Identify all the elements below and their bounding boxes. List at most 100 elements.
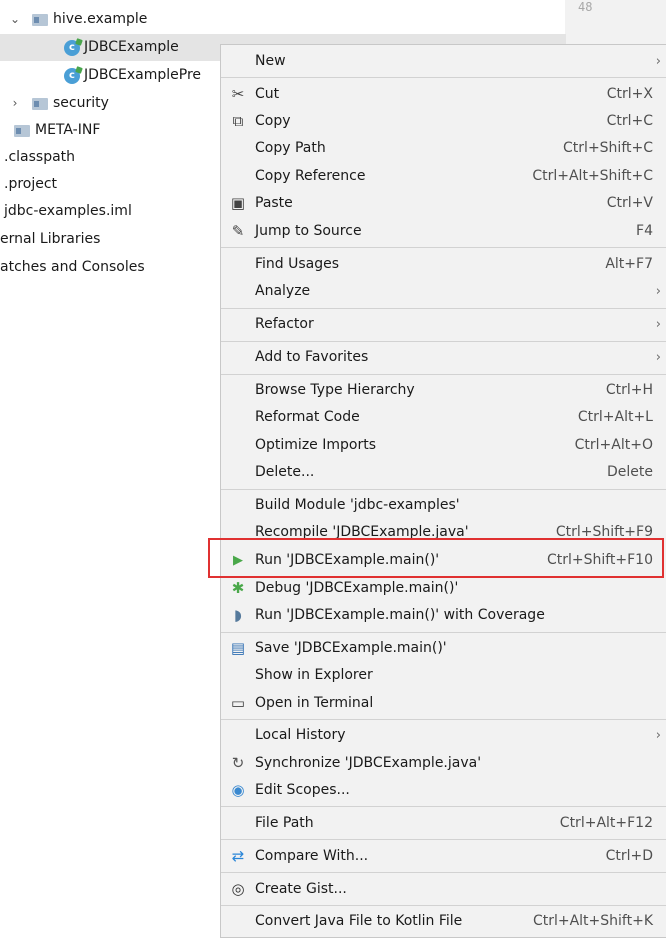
menu-item-shortcut: F4: [636, 223, 653, 239]
menu-item-find-usages[interactable]: Find Usages Alt+F7: [221, 251, 666, 278]
line-number: 48: [578, 0, 593, 14]
menu-item-run-with-coverage[interactable]: ◗ Run 'JDBCExample.main()' with Coverage: [221, 602, 666, 629]
menu-item-label: Analyze: [255, 283, 311, 299]
highlight-annotation-box: [208, 538, 664, 578]
tree-item-meta-inf[interactable]: META-INF: [14, 117, 100, 144]
save-config-icon: ▤: [230, 639, 246, 657]
menu-item-copy[interactable]: ⧉ Copy Ctrl+C: [221, 108, 666, 135]
menu-item-add-to-favorites[interactable]: Add to Favorites ›: [221, 344, 666, 371]
menu-item-open-in-terminal[interactable]: ▭ Open in Terminal: [221, 690, 666, 717]
menu-item-label: Reformat Code: [255, 409, 360, 425]
menu-item-shortcut: Ctrl+C: [606, 113, 653, 129]
menu-item-shortcut: Ctrl+D: [605, 848, 653, 864]
sync-icon: ↻: [231, 754, 245, 772]
menu-item-label: Cut: [255, 86, 280, 102]
menu-item-browse-type-hierarchy[interactable]: Browse Type Hierarchy Ctrl+H: [221, 377, 666, 404]
menu-item-delete[interactable]: Delete... Delete: [221, 459, 666, 486]
menu-item-analyze[interactable]: Analyze ›: [221, 278, 666, 305]
chevron-down-icon[interactable]: ⌄: [8, 6, 22, 33]
tree-item-jdbcexamplepre[interactable]: c JDBCExamplePre: [64, 62, 201, 89]
tree-item-label: .classpath: [4, 149, 76, 165]
menu-separator: [221, 341, 666, 342]
menu-item-optimize-imports[interactable]: Optimize Imports Ctrl+Alt+O: [221, 432, 666, 459]
menu-item-label: New: [255, 53, 286, 69]
menu-item-label: Build Module 'jdbc-examples': [255, 497, 460, 513]
terminal-icon: ▭: [230, 694, 246, 712]
menu-separator: [221, 374, 666, 375]
menu-separator: [221, 632, 666, 633]
menu-item-label: Synchronize 'JDBCExample.java': [255, 755, 482, 771]
ide-window: 48 ⌄ hive.example c JDBCExample c JDBCEx…: [0, 0, 666, 938]
package-folder-icon: [32, 97, 48, 110]
menu-item-label: Create Gist...: [255, 881, 347, 897]
menu-item-shortcut: Ctrl+Alt+Shift+K: [532, 913, 653, 929]
chevron-right-icon: ›: [655, 728, 661, 743]
menu-item-label: Jump to Source: [255, 223, 362, 239]
tree-item-security[interactable]: › security: [8, 90, 109, 117]
menu-item-label: Find Usages: [255, 256, 340, 272]
menu-item-show-in-explorer[interactable]: Show in Explorer: [221, 662, 666, 689]
tree-item-iml[interactable]: jdbc-examples.iml: [4, 198, 132, 225]
menu-item-label: Save 'JDBCExample.main()': [255, 640, 447, 656]
menu-item-reformat-code[interactable]: Reformat Code Ctrl+Alt+L: [221, 404, 666, 431]
menu-item-debug-main[interactable]: ✱ Debug 'JDBCExample.main()': [221, 575, 666, 602]
menu-item-label: Edit Scopes...: [255, 782, 350, 798]
menu-item-edit-scopes[interactable]: ◉ Edit Scopes...: [221, 777, 666, 804]
menu-item-cut[interactable]: ✂ Cut Ctrl+X: [221, 81, 666, 108]
menu-item-compare-with[interactable]: ⇄ Compare With... Ctrl+D: [221, 843, 666, 870]
github-gist-icon: ◎: [231, 880, 245, 898]
tree-item-label: .project: [4, 176, 58, 192]
menu-item-shortcut: Ctrl+Alt+O: [574, 437, 653, 453]
tree-item-external-libraries[interactable]: ernal Libraries: [0, 226, 100, 253]
jump-to-source-icon: ✎: [231, 222, 245, 240]
menu-item-synchronize[interactable]: ↻ Synchronize 'JDBCExample.java': [221, 750, 666, 777]
menu-item-label: Optimize Imports: [255, 437, 376, 453]
menu-item-label: Add to Favorites: [255, 349, 369, 365]
menu-item-new[interactable]: New ›: [221, 48, 666, 75]
tree-item-classpath[interactable]: .classpath: [4, 144, 75, 171]
menu-item-save-configuration[interactable]: ▤ Save 'JDBCExample.main()': [221, 635, 666, 662]
debug-icon: ✱: [231, 579, 245, 597]
tree-item-scratches-consoles[interactable]: atches and Consoles: [0, 254, 145, 281]
menu-item-label: Local History: [255, 727, 346, 743]
menu-item-convert-to-kotlin[interactable]: Convert Java File to Kotlin File Ctrl+Al…: [221, 908, 666, 935]
menu-separator: [221, 308, 666, 309]
chevron-right-icon[interactable]: ›: [8, 90, 22, 117]
chevron-right-icon: ›: [655, 350, 661, 365]
menu-separator: [221, 806, 666, 807]
menu-item-file-path[interactable]: File Path Ctrl+Alt+F12: [221, 810, 666, 837]
menu-item-label: Compare With...: [255, 848, 369, 864]
menu-item-label: Paste: [255, 195, 293, 211]
tree-item-project[interactable]: .project: [4, 171, 57, 198]
scope-icon: ◉: [231, 781, 245, 799]
menu-separator: [221, 839, 666, 840]
menu-item-shortcut: Alt+F7: [605, 256, 653, 272]
menu-separator: [221, 77, 666, 78]
folder-icon: [14, 124, 30, 137]
menu-item-label: Open in Terminal: [255, 695, 374, 711]
menu-item-label: File Path: [255, 815, 314, 831]
menu-item-label: Delete...: [255, 464, 315, 480]
menu-item-label: Convert Java File to Kotlin File: [255, 913, 463, 929]
scissors-icon: ✂: [231, 85, 245, 103]
menu-item-label: Browse Type Hierarchy: [255, 382, 415, 398]
menu-separator: [221, 872, 666, 873]
menu-item-label: Copy Path: [255, 140, 326, 156]
menu-item-create-gist[interactable]: ◎ Create Gist...: [221, 876, 666, 903]
menu-item-copy-path[interactable]: Copy Path Ctrl+Shift+C: [221, 135, 666, 162]
tree-item-label: JDBCExamplePre: [84, 67, 202, 83]
menu-item-label: Copy Reference: [255, 168, 366, 184]
menu-item-label: Run 'JDBCExample.main()' with Coverage: [255, 607, 545, 623]
menu-item-copy-reference[interactable]: Copy Reference Ctrl+Alt+Shift+C: [221, 163, 666, 190]
tree-item-label: atches and Consoles: [0, 259, 145, 275]
menu-item-label: Debug 'JDBCExample.main()': [255, 580, 459, 596]
menu-item-build-module[interactable]: Build Module 'jdbc-examples': [221, 492, 666, 519]
menu-item-refactor[interactable]: Refactor ›: [221, 311, 666, 338]
menu-item-shortcut: Ctrl+V: [606, 195, 653, 211]
menu-item-paste[interactable]: ▣ Paste Ctrl+V: [221, 190, 666, 217]
tree-item-hive-example[interactable]: ⌄ hive.example: [8, 6, 147, 33]
tree-item-label: security: [53, 95, 109, 111]
chevron-right-icon: ›: [655, 54, 661, 69]
menu-item-jump-to-source[interactable]: ✎ Jump to Source F4: [221, 218, 666, 245]
menu-item-local-history[interactable]: Local History ›: [221, 722, 666, 749]
